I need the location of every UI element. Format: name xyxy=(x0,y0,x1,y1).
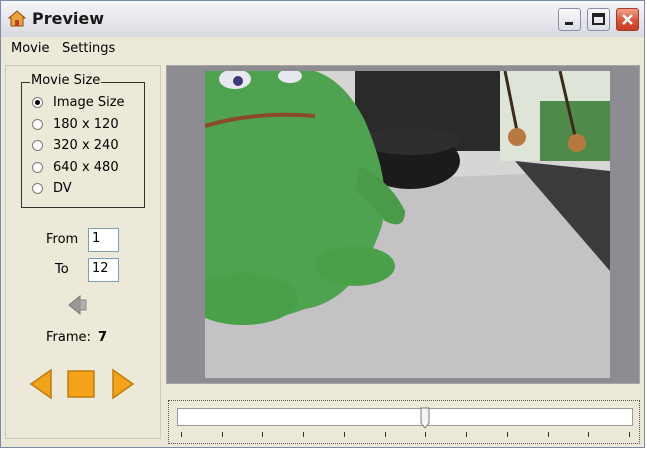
frame-value: 7 xyxy=(98,330,108,345)
timeline-tick xyxy=(181,432,182,437)
title-bar[interactable]: Preview xyxy=(1,1,644,38)
minimize-icon xyxy=(565,22,573,25)
timeline-tick xyxy=(303,432,305,437)
from-label: From xyxy=(46,232,79,247)
timeline-tick xyxy=(629,432,630,437)
menu-movie[interactable]: Movie xyxy=(11,41,49,56)
radio-label: 180 x 120 xyxy=(53,116,119,132)
radio-dot xyxy=(32,182,43,194)
timeline-tick xyxy=(506,432,508,437)
timeline-track[interactable] xyxy=(177,408,633,426)
stop-icon[interactable] xyxy=(66,369,96,399)
play-icon[interactable] xyxy=(110,368,136,400)
close-icon xyxy=(622,14,633,25)
house-icon xyxy=(7,10,27,27)
controls-panel: Movie Size Image Size 180 x 120 320 x 24… xyxy=(5,65,161,439)
maximize-button[interactable] xyxy=(587,8,610,31)
radio-label: Image Size xyxy=(53,94,125,110)
radio-label: 640 x 480 xyxy=(53,159,119,175)
timeline-tick xyxy=(262,432,264,437)
movie-size-group: Movie Size Image Size 180 x 120 320 x 24… xyxy=(21,73,145,208)
maximize-icon xyxy=(592,13,605,25)
timeline-tick xyxy=(425,432,427,437)
video-frame xyxy=(205,71,610,378)
menu-bar: Movie Settings xyxy=(1,37,644,61)
radio-label: DV xyxy=(53,180,72,196)
frame-label: Frame: xyxy=(46,330,91,345)
speaker-icon[interactable] xyxy=(66,292,92,318)
preview-window: Preview Movie Settings Movie Size Image … xyxy=(0,0,645,448)
radio-dv[interactable]: DV xyxy=(32,179,72,197)
timeline-tick xyxy=(466,432,468,437)
radio-label: 320 x 240 xyxy=(53,137,119,153)
radio-180x120[interactable]: 180 x 120 xyxy=(32,115,119,133)
minimize-button[interactable] xyxy=(558,8,581,31)
radio-dot xyxy=(32,118,43,130)
radio-320x240[interactable]: 320 x 240 xyxy=(32,136,119,154)
radio-dot xyxy=(32,139,43,151)
rewind-icon[interactable] xyxy=(28,368,54,400)
timeline-panel xyxy=(168,400,640,444)
menu-settings[interactable]: Settings xyxy=(62,41,115,56)
timeline-tick xyxy=(343,432,345,437)
timeline-tick xyxy=(588,432,590,437)
radio-dot xyxy=(32,96,43,108)
movie-size-legend: Movie Size xyxy=(30,73,102,88)
timeline-tick xyxy=(384,432,386,437)
close-button[interactable] xyxy=(616,8,639,31)
to-label: To xyxy=(55,262,69,277)
window-title: Preview xyxy=(32,9,105,28)
radio-640x480[interactable]: 640 x 480 xyxy=(32,158,119,176)
radio-dot xyxy=(32,161,43,173)
timeline-tick xyxy=(547,432,549,437)
from-field[interactable]: 1 xyxy=(88,228,119,252)
radio-image-size[interactable]: Image Size xyxy=(32,93,125,111)
timeline-thumb[interactable] xyxy=(420,407,430,429)
timeline-tick xyxy=(221,432,223,437)
to-field[interactable]: 12 xyxy=(88,258,119,282)
